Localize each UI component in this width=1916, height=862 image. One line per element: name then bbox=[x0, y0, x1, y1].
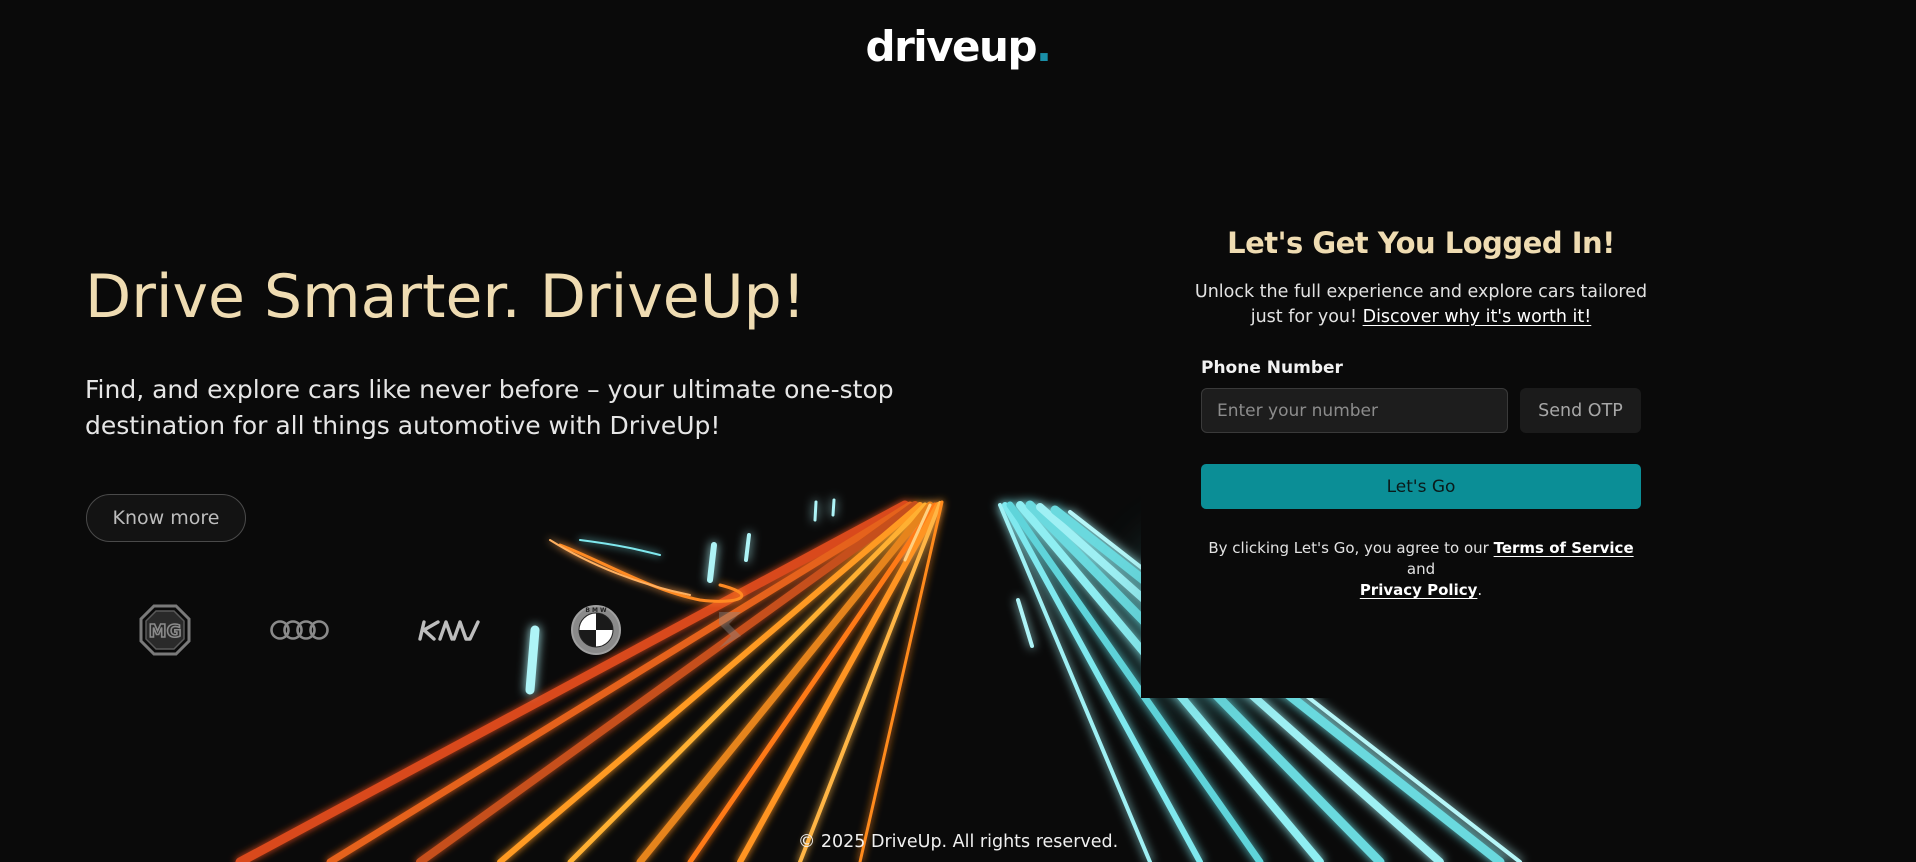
driveup-logo[interactable]: driveup. bbox=[0, 22, 1916, 71]
discover-why-link[interactable]: Discover why it's worth it! bbox=[1363, 307, 1592, 327]
terms-notice: By clicking Let's Go, you agree to our T… bbox=[1201, 538, 1641, 601]
privacy-policy-link[interactable]: Privacy Policy bbox=[1360, 581, 1478, 599]
hero-title: Drive Smarter. DriveUp! bbox=[85, 262, 806, 332]
logo-dot: . bbox=[1036, 22, 1052, 71]
brand-logos-row: MG B M W bbox=[120, 600, 780, 660]
send-otp-button[interactable]: Send OTP bbox=[1520, 388, 1641, 433]
terms-of-service-link[interactable]: Terms of Service bbox=[1494, 539, 1634, 557]
svg-text:B M W: B M W bbox=[585, 607, 607, 614]
bmw-logo-icon: B M W bbox=[570, 600, 622, 660]
logo-text: driveup bbox=[865, 22, 1038, 71]
kia-logo-icon bbox=[418, 600, 484, 660]
audi-logo-icon bbox=[270, 600, 330, 660]
svg-text:MG: MG bbox=[149, 621, 182, 642]
hero-subtitle: Find, and explore cars like never before… bbox=[85, 375, 894, 440]
login-panel: Let's Get You Logged In! Unlock the full… bbox=[1141, 200, 1701, 698]
terms-and: and bbox=[1406, 560, 1436, 578]
phone-number-input[interactable] bbox=[1201, 388, 1508, 433]
lets-go-button[interactable]: Let's Go bbox=[1201, 464, 1641, 509]
know-more-button[interactable]: Know more bbox=[86, 494, 246, 542]
suzuki-logo-icon bbox=[705, 600, 755, 660]
login-description: Unlock the full experience and explore c… bbox=[1191, 280, 1651, 330]
terms-suffix: . bbox=[1477, 581, 1483, 599]
mg-logo-icon: MG bbox=[138, 600, 192, 660]
footer-copyright: © 2025 DriveUp. All rights reserved. bbox=[797, 832, 1119, 852]
phone-number-label: Phone Number bbox=[1201, 358, 1343, 378]
terms-prefix: By clicking Let's Go, you agree to our bbox=[1208, 539, 1489, 557]
login-title: Let's Get You Logged In! bbox=[1227, 226, 1615, 260]
